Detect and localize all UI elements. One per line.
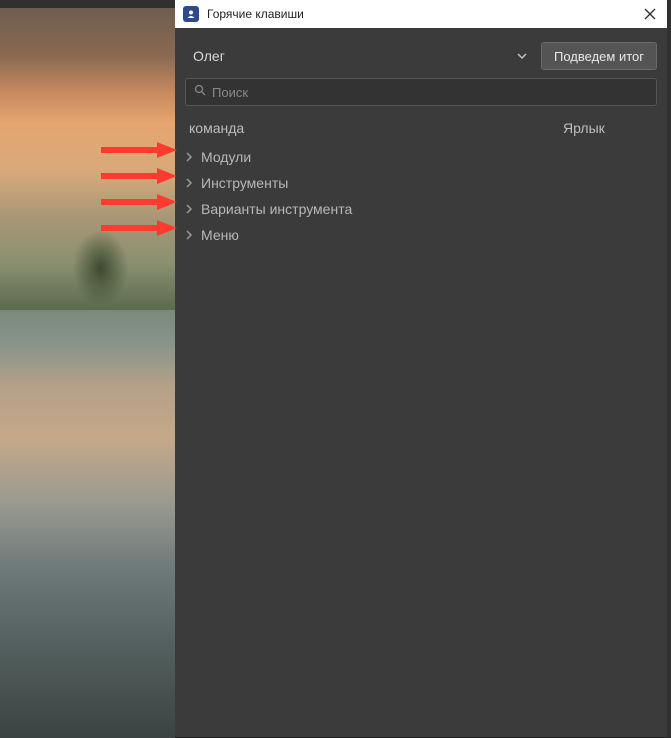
tree-item-label: Меню: [201, 227, 239, 243]
dialog-titlebar: Горячие клавиши: [175, 0, 667, 28]
column-headers: команда Ярлык: [175, 114, 667, 142]
chevron-right-icon: [185, 149, 193, 165]
annotation-arrow: [99, 192, 179, 212]
commands-tree: Модули Инструменты Варианты инструмента …: [175, 142, 667, 250]
tree-item-menu[interactable]: Меню: [175, 222, 667, 248]
profile-dropdown[interactable]: Олег: [185, 42, 535, 70]
tree-item-modules[interactable]: Модули: [175, 144, 667, 170]
chevron-down-icon: [517, 47, 527, 65]
tree-item-tool-options[interactable]: Варианты инструмента: [175, 196, 667, 222]
annotation-arrow: [99, 166, 179, 186]
header-shortcut: Ярлык: [563, 120, 653, 136]
tree-item-label: Варианты инструмента: [201, 201, 352, 217]
dialog-title: Горячие клавиши: [207, 7, 633, 21]
summary-button-label: Подведем итог: [554, 49, 644, 64]
dialog-toolbar: Олег Подведем итог: [175, 28, 667, 78]
close-icon[interactable]: [641, 5, 659, 23]
search-input[interactable]: [212, 85, 648, 100]
chevron-right-icon: [185, 201, 193, 217]
header-command: команда: [189, 120, 563, 136]
tree-item-label: Модули: [201, 149, 251, 165]
app-icon: [183, 6, 199, 22]
tree-item-tools[interactable]: Инструменты: [175, 170, 667, 196]
annotation-arrow: [99, 218, 179, 238]
chevron-right-icon: [185, 227, 193, 243]
chevron-right-icon: [185, 175, 193, 191]
summary-button[interactable]: Подведем итог: [541, 42, 657, 70]
tree-item-label: Инструменты: [201, 175, 288, 191]
annotation-arrow: [99, 140, 179, 160]
search-icon: [194, 83, 206, 101]
profile-dropdown-label: Олег: [193, 48, 517, 64]
hotkeys-dialog: Горячие клавиши Олег Подведем итог: [175, 0, 671, 738]
search-field[interactable]: [185, 78, 657, 106]
